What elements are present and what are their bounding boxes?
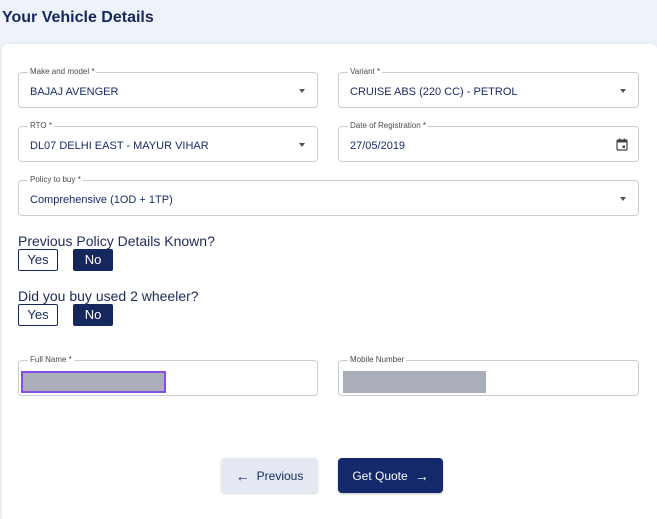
get-quote-button-label: Get Quote <box>352 468 408 483</box>
make-model-select[interactable]: Make and model * BAJAJ AVENGER <box>18 67 318 108</box>
registration-date-label: Date of Registration * <box>348 121 429 131</box>
variant-value: CRUISE ABS (220 CC) - PETROL <box>350 86 518 98</box>
make-model-value: BAJAJ AVENGER <box>30 86 119 98</box>
rto-select[interactable]: RTO * DL07 DELHI EAST - MAYUR VIHAR <box>18 121 318 162</box>
mobile-label: Mobile Number <box>348 355 407 365</box>
registration-date-field[interactable]: Date of Registration * 27/05/2019 <box>338 121 639 162</box>
previous-policy-yes-button[interactable]: Yes <box>18 249 58 271</box>
rto-value: DL07 DELHI EAST - MAYUR VIHAR <box>30 140 209 152</box>
chevron-down-icon <box>299 143 305 147</box>
arrow-right-icon: → <box>414 467 429 484</box>
page-title: Your Vehicle Details <box>2 9 154 26</box>
get-quote-button[interactable]: Get Quote → <box>338 458 443 493</box>
registration-date-value: 27/05/2019 <box>350 140 406 152</box>
arrow-left-icon: ← <box>235 467 250 484</box>
mobile-field[interactable]: Mobile Number <box>338 355 639 396</box>
previous-policy-question: Previous Policy Details Known? <box>18 233 215 249</box>
policy-select[interactable]: Policy to buy * Comprehensive (1OD + 1TP… <box>18 175 639 216</box>
chevron-down-icon <box>299 89 305 93</box>
used-vehicle-question: Did you buy used 2 wheeler? <box>18 288 199 304</box>
full-name-input[interactable] <box>21 371 166 393</box>
chevron-down-icon <box>620 197 626 201</box>
previous-policy-no-button[interactable]: No <box>73 249 113 271</box>
mobile-input[interactable] <box>343 371 486 393</box>
policy-value: Comprehensive (1OD + 1TP) <box>30 194 173 206</box>
policy-label: Policy to buy * <box>28 175 83 185</box>
rto-label: RTO * <box>28 121 54 131</box>
previous-button[interactable]: ← Previous <box>221 458 318 493</box>
vehicle-details-card <box>2 44 657 519</box>
used-vehicle-no-button[interactable]: No <box>73 304 113 326</box>
chevron-down-icon <box>620 89 626 93</box>
full-name-field[interactable]: Full Name * <box>18 355 318 396</box>
make-model-label: Make and model * <box>28 67 97 77</box>
variant-select[interactable]: Variant * CRUISE ABS (220 CC) - PETROL <box>338 67 639 108</box>
full-name-label: Full Name * <box>28 355 74 365</box>
variant-label: Variant * <box>348 67 383 77</box>
previous-button-label: Previous <box>256 468 304 483</box>
used-vehicle-yes-button[interactable]: Yes <box>18 304 58 326</box>
calendar-icon[interactable] <box>616 138 628 151</box>
